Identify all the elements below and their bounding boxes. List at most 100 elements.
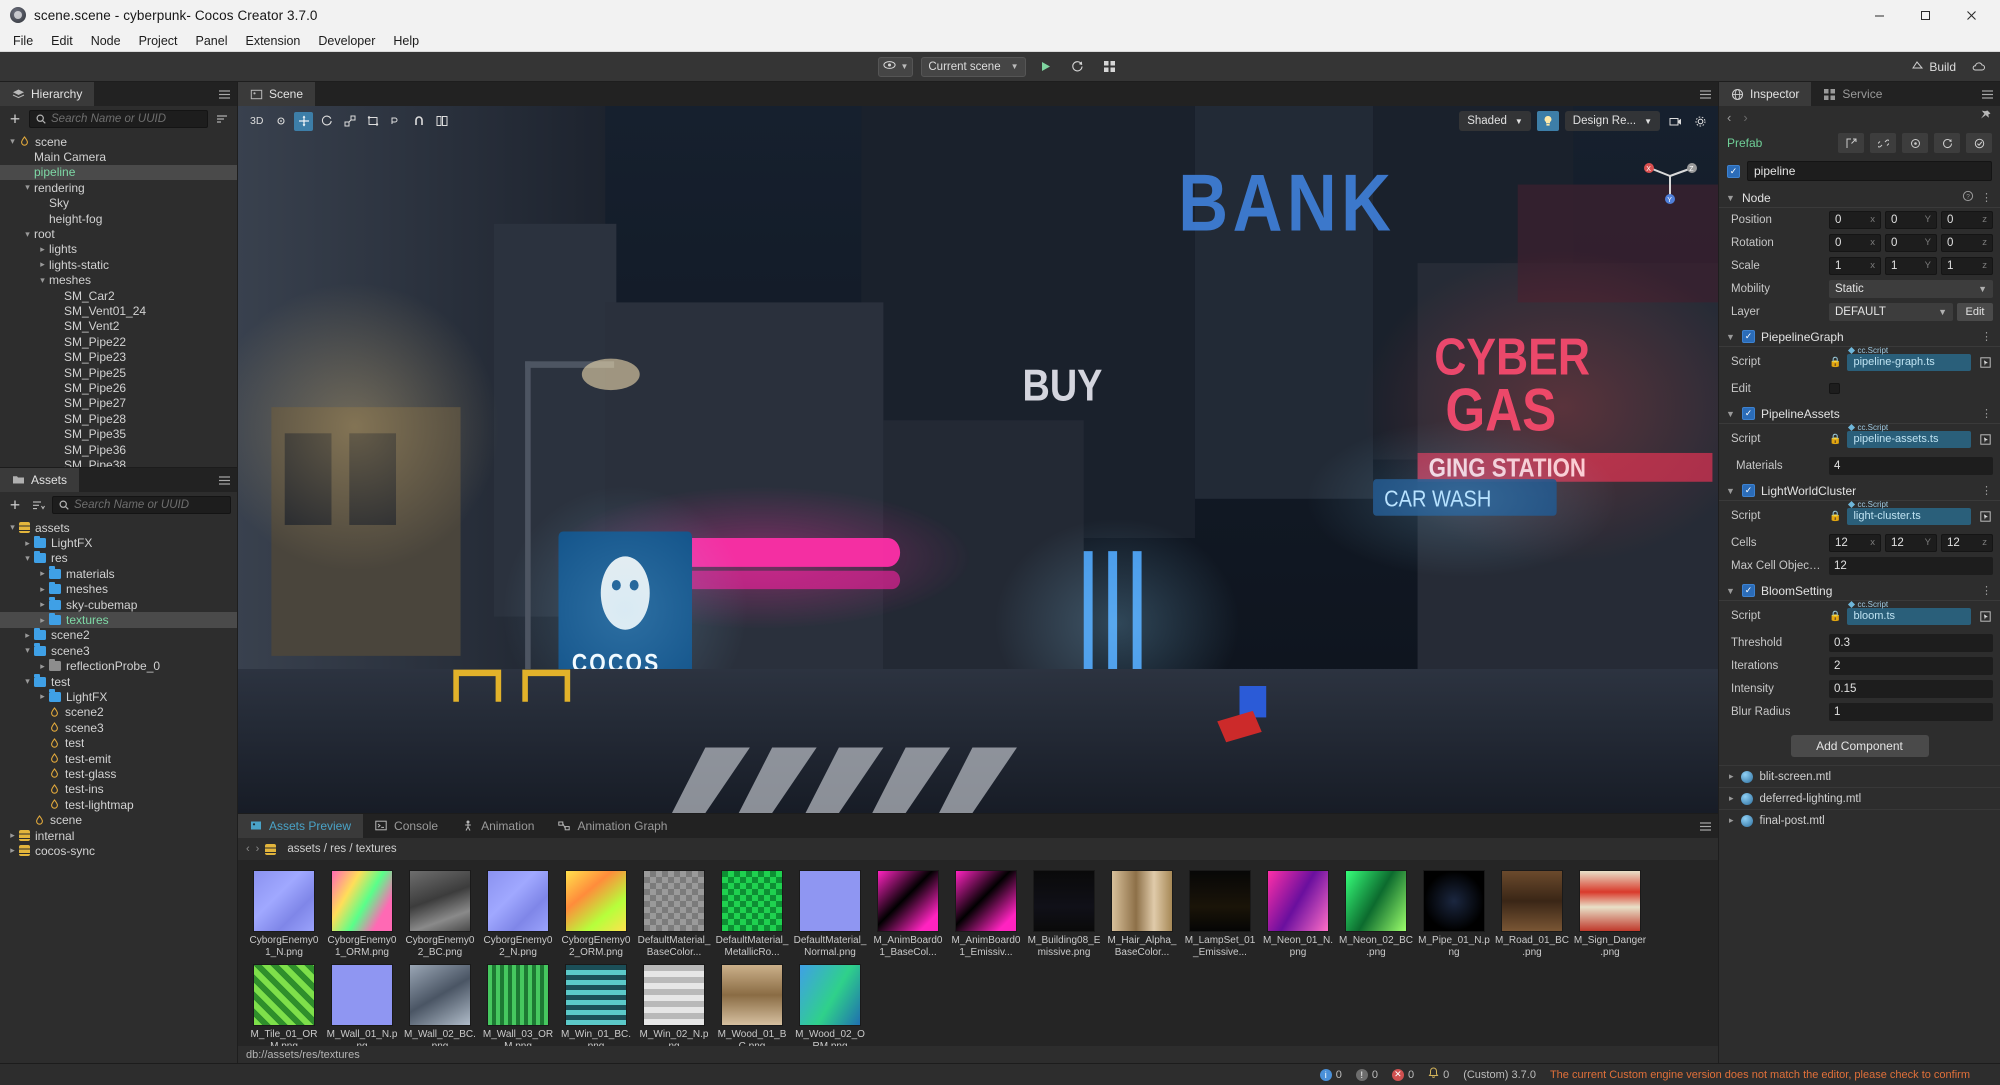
hierarchy-node-item[interactable]: ▾ meshes [0, 273, 237, 288]
hierarchy-tree[interactable]: ▾ scene Main Camera pipeline ▾ rendering Sky he… [0, 132, 237, 467]
coordinate-icon[interactable] [386, 112, 405, 131]
assets-node-item[interactable]: ▸ LightFX [0, 689, 237, 704]
property-x-input[interactable]: 12 x [1829, 533, 1881, 552]
hierarchy-node-item[interactable]: SM_Pipe26 [0, 380, 237, 395]
assets-node-item[interactable]: test [0, 735, 237, 750]
chevron-right-icon[interactable]: ▸ [36, 691, 49, 702]
hierarchy-node-item[interactable]: ▾ root [0, 226, 237, 241]
scale-y-input[interactable]: 1Y [1885, 256, 1937, 275]
rotation-y-input[interactable]: 0Y [1885, 233, 1937, 252]
hierarchy-node-item[interactable]: SM_Pipe23 [0, 349, 237, 364]
script-asset-field[interactable]: pipeline-assets.ts [1847, 430, 1971, 448]
asset-item[interactable]: M_Neon_01_N.png [1260, 870, 1336, 958]
asset-item[interactable]: M_Sign_Danger.png [1572, 870, 1648, 958]
property-checkbox[interactable] [1829, 383, 1840, 394]
assets-node-item[interactable]: ▸ LightFX [0, 535, 237, 550]
assets-node-item[interactable]: ▸ internal [0, 828, 237, 843]
node-name-input[interactable]: pipeline [1747, 161, 1992, 181]
camera-icon[interactable] [1666, 112, 1685, 131]
assets-tree[interactable]: ▾ assets ▸ LightFX ▾ res ▸ materials ▸ meshes ▸ sky… [0, 518, 237, 1063]
tab-service[interactable]: Service [1811, 82, 1895, 106]
status-warning[interactable]: ! 0 [1355, 1068, 1378, 1081]
component-enabled-checkbox[interactable]: ✓ [1742, 330, 1755, 343]
chevron-left-icon[interactable]: ‹ [246, 843, 250, 855]
chevron-right-icon[interactable]: ▸ [36, 661, 49, 672]
asset-item[interactable]: CyborgEnemy01_N.png [246, 870, 322, 958]
lightbulb-icon[interactable] [1536, 111, 1559, 131]
property-z-input[interactable]: 12 z [1941, 533, 1993, 552]
scale-tool-icon[interactable] [340, 112, 359, 131]
rect-tool-icon[interactable] [363, 112, 382, 131]
asset-item[interactable]: M_Pipe_01_N.png [1416, 870, 1492, 958]
hierarchy-node-item[interactable]: Sky [0, 196, 237, 211]
play-icon[interactable] [1034, 57, 1058, 77]
assets-node-item[interactable]: ▸ materials [0, 566, 237, 581]
asset-item[interactable]: M_Building08_Emissive.png [1026, 870, 1102, 958]
asset-item[interactable]: CyborgEnemy01_ORM.png [324, 870, 400, 958]
asset-item[interactable]: M_Hair_Alpha_BaseColor... [1104, 870, 1180, 958]
chevron-right-icon[interactable]: ▸ [36, 568, 49, 579]
asset-item[interactable]: CyborgEnemy02_N.png [480, 870, 556, 958]
material-row[interactable]: ▸ deferred-lighting.mtl [1719, 787, 2000, 809]
assets-node-item[interactable]: scene [0, 812, 237, 827]
chevron-down-icon[interactable]: ▾ [21, 182, 34, 193]
hierarchy-node-item[interactable]: SM_Pipe35 [0, 426, 237, 441]
hierarchy-node-item[interactable]: SM_Pipe38 [0, 457, 237, 467]
resolution-select[interactable]: Design Re... ▼ [1564, 111, 1660, 131]
component-header[interactable]: ▼ ✓ PipelineAssets ⋮ [1719, 404, 2000, 424]
chevron-right-icon[interactable]: ▸ [1729, 771, 1734, 782]
asset-item[interactable]: M_AnimBoard01_Emissiv... [948, 870, 1024, 958]
tab-animation[interactable]: Animation [450, 814, 547, 838]
component-enabled-checkbox[interactable]: ✓ [1742, 584, 1755, 597]
asset-item[interactable]: M_Tile_01_ORM.png [246, 964, 322, 1046]
move-tool-icon[interactable] [294, 111, 314, 131]
kebab-icon[interactable]: ⋮ [1981, 584, 1993, 597]
script-asset-field[interactable]: bloom.ts [1847, 607, 1971, 625]
position-z-input[interactable]: 0z [1941, 210, 1993, 229]
kebab-icon[interactable]: ⋮ [1981, 484, 1993, 497]
menu-panel[interactable]: Panel [187, 31, 237, 51]
chevron-down-icon[interactable]: ▾ [36, 275, 49, 286]
mobility-select[interactable]: Static ▼ [1829, 279, 1993, 298]
kebab-icon[interactable]: ⋮ [1981, 407, 1993, 420]
position-x-input[interactable]: 0x [1829, 210, 1881, 229]
axis-gizmo[interactable]: X Y Z [1640, 146, 1700, 206]
hamburger-icon[interactable] [211, 468, 237, 492]
tab-animation-graph[interactable]: Animation Graph [546, 814, 680, 838]
hierarchy-node-item[interactable]: height-fog [0, 211, 237, 226]
assets-node-item[interactable]: ▾ res [0, 550, 237, 566]
property-value-input[interactable]: 0.15 [1829, 679, 1993, 698]
hierarchy-node-item[interactable]: SM_Car2 [0, 288, 237, 303]
property-value-input[interactable]: 12 [1829, 556, 1993, 575]
property-value-input[interactable]: 2 [1829, 656, 1993, 675]
asset-item[interactable]: DefaultMaterial_Normal.png [792, 870, 868, 958]
add-component-button[interactable]: Add Component [1790, 735, 1929, 757]
tab-hierarchy[interactable]: Hierarchy [0, 82, 95, 106]
asset-item[interactable]: M_Wall_01_N.png [324, 964, 400, 1046]
assets-node-item[interactable]: ▸ meshes [0, 581, 237, 597]
chevron-right-icon[interactable]: ▸ [36, 584, 49, 595]
chevron-right-icon[interactable]: ▸ [36, 259, 49, 270]
component-enabled-checkbox[interactable]: ✓ [1742, 484, 1755, 497]
chevron-right-icon[interactable]: › [1743, 110, 1747, 125]
assets-node-item[interactable]: ▾ assets [0, 520, 237, 535]
tab-inspector[interactable]: Inspector [1719, 82, 1812, 106]
menu-node[interactable]: Node [82, 31, 130, 51]
chevron-right-icon[interactable]: ▸ [6, 845, 19, 856]
asset-item[interactable]: M_Win_02_N.png [636, 964, 712, 1046]
chevron-left-icon[interactable]: ‹ [1727, 110, 1731, 125]
component-enabled-checkbox[interactable]: ✓ [1742, 407, 1755, 420]
property-value-input[interactable]: 1 [1829, 702, 1993, 721]
chevron-down-icon[interactable]: ▾ [21, 676, 34, 687]
hierarchy-node-item[interactable]: ▸ lights [0, 242, 237, 257]
menu-help[interactable]: Help [384, 31, 428, 51]
scale-x-input[interactable]: 1x [1829, 256, 1881, 275]
chevron-right-icon[interactable]: ▸ [36, 615, 49, 626]
asset-picker-icon[interactable] [1977, 508, 1993, 525]
chevron-down-icon[interactable]: ▾ [6, 136, 19, 147]
component-header[interactable]: ▼ ✓ LightWorldCluster ⋮ [1719, 481, 2000, 501]
property-value-input[interactable]: 4 [1829, 456, 1993, 475]
chevron-down-icon[interactable]: ▾ [21, 229, 34, 240]
property-value-input[interactable]: 0.3 [1829, 633, 1993, 652]
assets-node-item[interactable]: ▸ textures [0, 612, 237, 628]
